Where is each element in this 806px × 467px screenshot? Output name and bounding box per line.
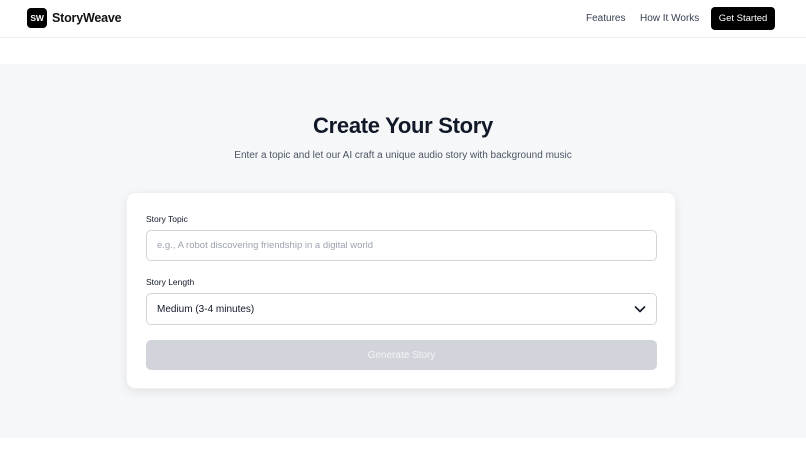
logo[interactable]: SW StoryWeave [27, 8, 122, 28]
story-length-value: Medium (3-4 minutes) [157, 304, 255, 315]
page-subtitle: Enter a topic and let our AI craft a uni… [234, 150, 572, 161]
get-started-button[interactable]: Get Started [711, 7, 775, 30]
chevron-down-icon [634, 306, 646, 313]
story-topic-input[interactable] [146, 230, 657, 261]
brand-name: StoryWeave [52, 11, 122, 25]
nav-link-features[interactable]: Features [586, 13, 625, 24]
story-topic-label: Story Topic [146, 214, 188, 224]
story-form-card: Story Topic Story Length Medium (3-4 min… [126, 192, 676, 389]
top-navbar: SW StoryWeave Features How It Works Get … [0, 0, 806, 38]
nav-link-how-it-works[interactable]: How It Works [640, 13, 699, 24]
story-length-select[interactable]: Medium (3-4 minutes) [146, 293, 657, 325]
generate-story-button[interactable]: Generate Story [146, 340, 657, 370]
logo-mark: SW [27, 8, 47, 28]
story-length-label: Story Length [146, 277, 195, 287]
page-title: Create Your Story [313, 113, 493, 138]
